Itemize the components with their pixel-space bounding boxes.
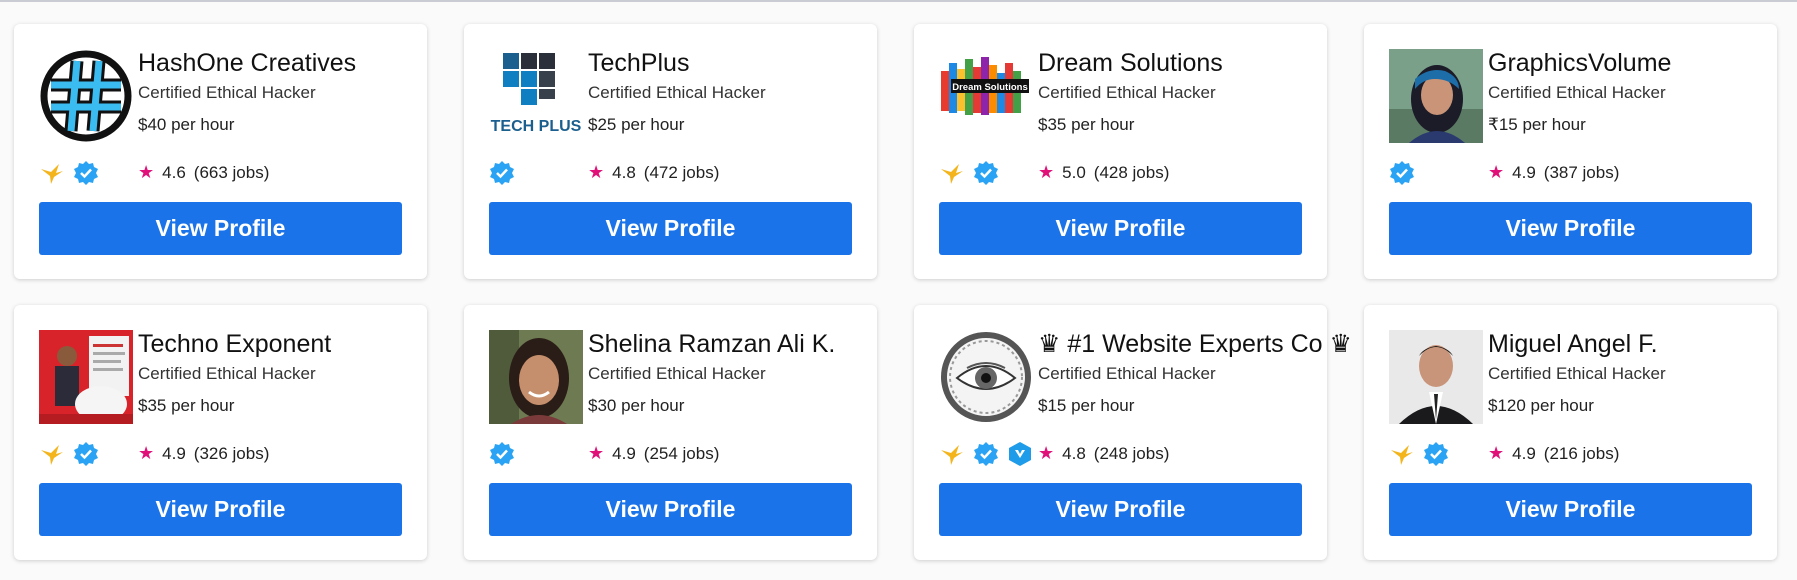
freelancer-title: Certified Ethical Hacker: [138, 364, 316, 383]
jobs-count: (428 jobs): [1093, 162, 1170, 182]
woman-smiling-photo-avatar[interactable]: [489, 330, 583, 424]
freelancer-card: Miguel Angel F. Certified Ethical Hacker…: [1364, 305, 1777, 560]
man-banner-photo-avatar[interactable]: [39, 330, 133, 424]
freelancer-title: Certified Ethical Hacker: [588, 364, 766, 383]
freelancer-grid: HashOne Creatives Certified Ethical Hack…: [14, 24, 1777, 560]
rating-value: 4.9: [162, 443, 186, 463]
freelancer-name[interactable]: TechPlus: [588, 48, 869, 78]
shield-icon: [1007, 441, 1033, 467]
jobs-count: (248 jobs): [1093, 443, 1170, 463]
verified-icon: [973, 160, 999, 186]
jobs-count: (254 jobs): [643, 443, 720, 463]
freelancer-card: GraphicsVolume Certified Ethical Hacker …: [1364, 24, 1777, 279]
star-icon: ★: [1038, 443, 1055, 463]
verified-icon: [73, 441, 99, 467]
star-icon: ★: [1488, 443, 1505, 463]
jobs-count: (326 jobs): [193, 443, 270, 463]
star-icon: ★: [138, 162, 155, 182]
view-profile-button[interactable]: View Profile: [1389, 483, 1752, 536]
rating: ★ 5.0 (428 jobs): [1038, 162, 1169, 183]
hummingbird-icon: [39, 441, 65, 467]
verified-icon: [1389, 160, 1415, 186]
rating: ★ 4.9 (326 jobs): [138, 443, 269, 464]
top-divider: [0, 0, 1797, 2]
rating-value: 4.9: [1512, 443, 1536, 463]
view-profile-button[interactable]: View Profile: [39, 483, 402, 536]
jobs-count: (387 jobs): [1543, 162, 1620, 182]
verified-icon: [73, 160, 99, 186]
hourly-rate: ₹15 per hour: [1488, 115, 1586, 134]
jobs-count: (663 jobs): [193, 162, 270, 182]
rating-value: 4.9: [1512, 162, 1536, 182]
star-icon: ★: [588, 162, 605, 182]
jobs-count: (472 jobs): [643, 162, 720, 182]
freelancer-title: Certified Ethical Hacker: [138, 83, 316, 102]
freelancer-title: Certified Ethical Hacker: [1488, 364, 1666, 383]
hourly-rate: $25 per hour: [588, 115, 685, 134]
rating: ★ 4.8 (248 jobs): [1038, 443, 1169, 464]
rating-value: 4.6: [162, 162, 186, 182]
hourly-rate: $35 per hour: [1038, 115, 1135, 134]
view-profile-button[interactable]: View Profile: [489, 483, 852, 536]
verified-icon: [489, 160, 515, 186]
jobs-count: (216 jobs): [1543, 443, 1620, 463]
eye-serpent-logo-avatar[interactable]: [939, 330, 1033, 424]
man-suit-photo-avatar[interactable]: [1389, 330, 1483, 424]
techplus-logo-avatar[interactable]: TECH PLUS: [489, 49, 583, 143]
rating-value: 5.0: [1062, 162, 1086, 182]
hummingbird-icon: [1389, 441, 1415, 467]
rating-value: 4.9: [612, 443, 636, 463]
hourly-rate: $40 per hour: [138, 115, 235, 134]
verified-icon: [1423, 441, 1449, 467]
dream-solutions-logo-avatar[interactable]: Dream Solutions: [939, 49, 1033, 143]
freelancer-card: Shelina Ramzan Ali K. Certified Ethical …: [464, 305, 877, 560]
woman-photo-avatar[interactable]: [1389, 49, 1483, 143]
star-icon: ★: [1038, 162, 1055, 182]
rating: ★ 4.8 (472 jobs): [588, 162, 719, 183]
view-profile-button[interactable]: View Profile: [939, 483, 1302, 536]
view-profile-button[interactable]: View Profile: [939, 202, 1302, 255]
view-profile-button[interactable]: View Profile: [1389, 202, 1752, 255]
freelancer-card: ♛ #1 Website Experts Co ♛ Certified Ethi…: [914, 305, 1352, 560]
freelancer-name[interactable]: ♛ #1 Website Experts Co ♛: [1038, 329, 1352, 359]
hummingbird-icon: [939, 160, 965, 186]
freelancer-name[interactable]: HashOne Creatives: [138, 48, 419, 78]
star-icon: ★: [1488, 162, 1505, 182]
freelancer-title: Certified Ethical Hacker: [1488, 83, 1666, 102]
freelancer-card: HashOne Creatives Certified Ethical Hack…: [14, 24, 427, 279]
freelancer-name[interactable]: Dream Solutions: [1038, 48, 1319, 78]
hummingbird-icon: [939, 441, 965, 467]
star-icon: ★: [588, 443, 605, 463]
freelancer-title: Certified Ethical Hacker: [1038, 364, 1216, 383]
freelancer-title: Certified Ethical Hacker: [588, 83, 766, 102]
view-profile-button[interactable]: View Profile: [39, 202, 402, 255]
rating-value: 4.8: [1062, 443, 1086, 463]
freelancer-name[interactable]: Miguel Angel F.: [1488, 329, 1769, 359]
logo-text: TECH PLUS: [491, 118, 582, 135]
hash-logo-avatar[interactable]: [39, 49, 133, 143]
hourly-rate: $30 per hour: [588, 396, 685, 415]
hourly-rate: $15 per hour: [1038, 396, 1135, 415]
freelancer-card: Techno Exponent Certified Ethical Hacker…: [14, 305, 427, 560]
logo-text: Dream Solutions: [952, 82, 1028, 93]
freelancer-card: TECH PLUS TechPlus Certified Ethical Hac…: [464, 24, 877, 279]
hourly-rate: $120 per hour: [1488, 396, 1594, 415]
verified-icon: [489, 441, 515, 467]
freelancer-name[interactable]: GraphicsVolume: [1488, 48, 1769, 78]
freelancer-name[interactable]: Techno Exponent: [138, 329, 419, 359]
hourly-rate: $35 per hour: [138, 396, 235, 415]
freelancer-name[interactable]: Shelina Ramzan Ali K.: [588, 329, 869, 359]
view-profile-button[interactable]: View Profile: [489, 202, 852, 255]
rating: ★ 4.9 (387 jobs): [1488, 162, 1619, 183]
rating: ★ 4.9 (216 jobs): [1488, 443, 1619, 464]
hummingbird-icon: [39, 160, 65, 186]
freelancer-title: Certified Ethical Hacker: [1038, 83, 1216, 102]
star-icon: ★: [138, 443, 155, 463]
rating: ★ 4.6 (663 jobs): [138, 162, 269, 183]
rating-value: 4.8: [612, 162, 636, 182]
freelancer-card: Dream Solutions Dream Solutions Certifie…: [914, 24, 1327, 279]
verified-icon: [973, 441, 999, 467]
rating: ★ 4.9 (254 jobs): [588, 443, 719, 464]
